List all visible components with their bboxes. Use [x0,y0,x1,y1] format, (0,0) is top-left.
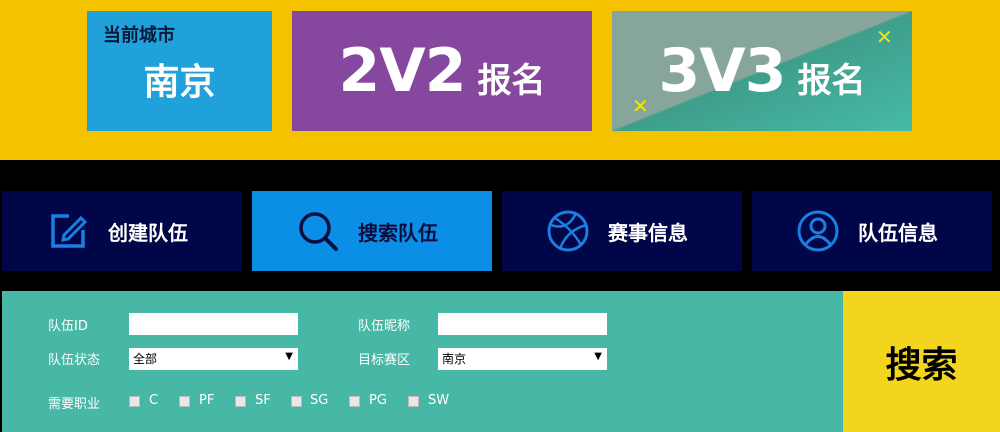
position-label-sg: SG [310,393,329,408]
top-banner: 当前城市 南京 2V2 报名 ✕ ✕ 3V3 报名 [0,0,1000,160]
dropdown-arrow-icon: ▼ [285,351,293,362]
register-2v2-mode: 2V2 [338,36,467,106]
position-label-pg: PG [369,393,387,408]
position-label-sf: SF [255,393,271,408]
team-status-select[interactable]: 全部 ▼ [129,348,298,370]
register-2v2-button[interactable]: 2V2 报名 [292,11,592,131]
team-id-input[interactable] [129,313,298,335]
register-3v3-button[interactable]: ✕ ✕ 3V3 报名 [612,11,912,131]
search-button[interactable]: 搜索 [843,291,1000,432]
position-checkbox-sw[interactable] [408,396,419,407]
user-icon [796,209,840,253]
dropdown-arrow-icon: ▼ [594,351,602,362]
current-city-label: 当前城市 [103,25,175,46]
target-area-value: 南京 [442,352,467,366]
position-label-sw: SW [428,393,450,408]
position-label-c: C [149,393,159,408]
team-nickname-label: 队伍昵称 [358,319,411,334]
target-area-label: 目标赛区 [358,353,411,368]
tab-label: 队伍信息 [858,220,938,245]
position-checkbox-sf[interactable] [235,396,246,407]
position-label-pf: PF [199,393,215,408]
edit-icon [46,209,90,253]
tab-search-team[interactable]: 搜索队伍 [252,191,492,271]
tab-label: 创建队伍 [108,220,188,245]
tab-match-info[interactable]: 赛事信息 [502,191,742,271]
register-3v3-word: 报名 [797,60,866,101]
target-area-select[interactable]: 南京 ▼ [438,348,607,370]
team-status-value: 全部 [133,352,158,366]
search-icon [296,209,340,253]
tab-team-info[interactable]: 队伍信息 [752,191,992,271]
current-city-card[interactable]: 当前城市 南京 [87,11,272,131]
tab-label: 搜索队伍 [358,220,438,245]
current-city-name: 南京 [143,62,216,103]
tab-create-team[interactable]: 创建队伍 [2,191,242,271]
basketball-icon [546,209,590,253]
position-checkbox-pg[interactable] [349,396,360,407]
position-checkbox-c[interactable] [129,396,140,407]
tab-label: 赛事信息 [608,220,688,245]
positions-label: 需要职业 [48,397,101,412]
team-id-label: 队伍ID [48,319,88,334]
x-mark-icon: ✕ [876,25,893,49]
position-checkbox-sg[interactable] [291,396,302,407]
register-2v2-word: 报名 [477,60,546,101]
x-mark-icon: ✕ [632,94,649,118]
position-checkbox-pf[interactable] [179,396,190,407]
nav-tabs: 创建队伍 搜索队伍 赛事信息 队伍信息 [0,191,1000,271]
team-nickname-input[interactable] [438,313,607,335]
team-status-label: 队伍状态 [48,353,101,368]
register-3v3-mode: 3V3 [658,36,787,106]
